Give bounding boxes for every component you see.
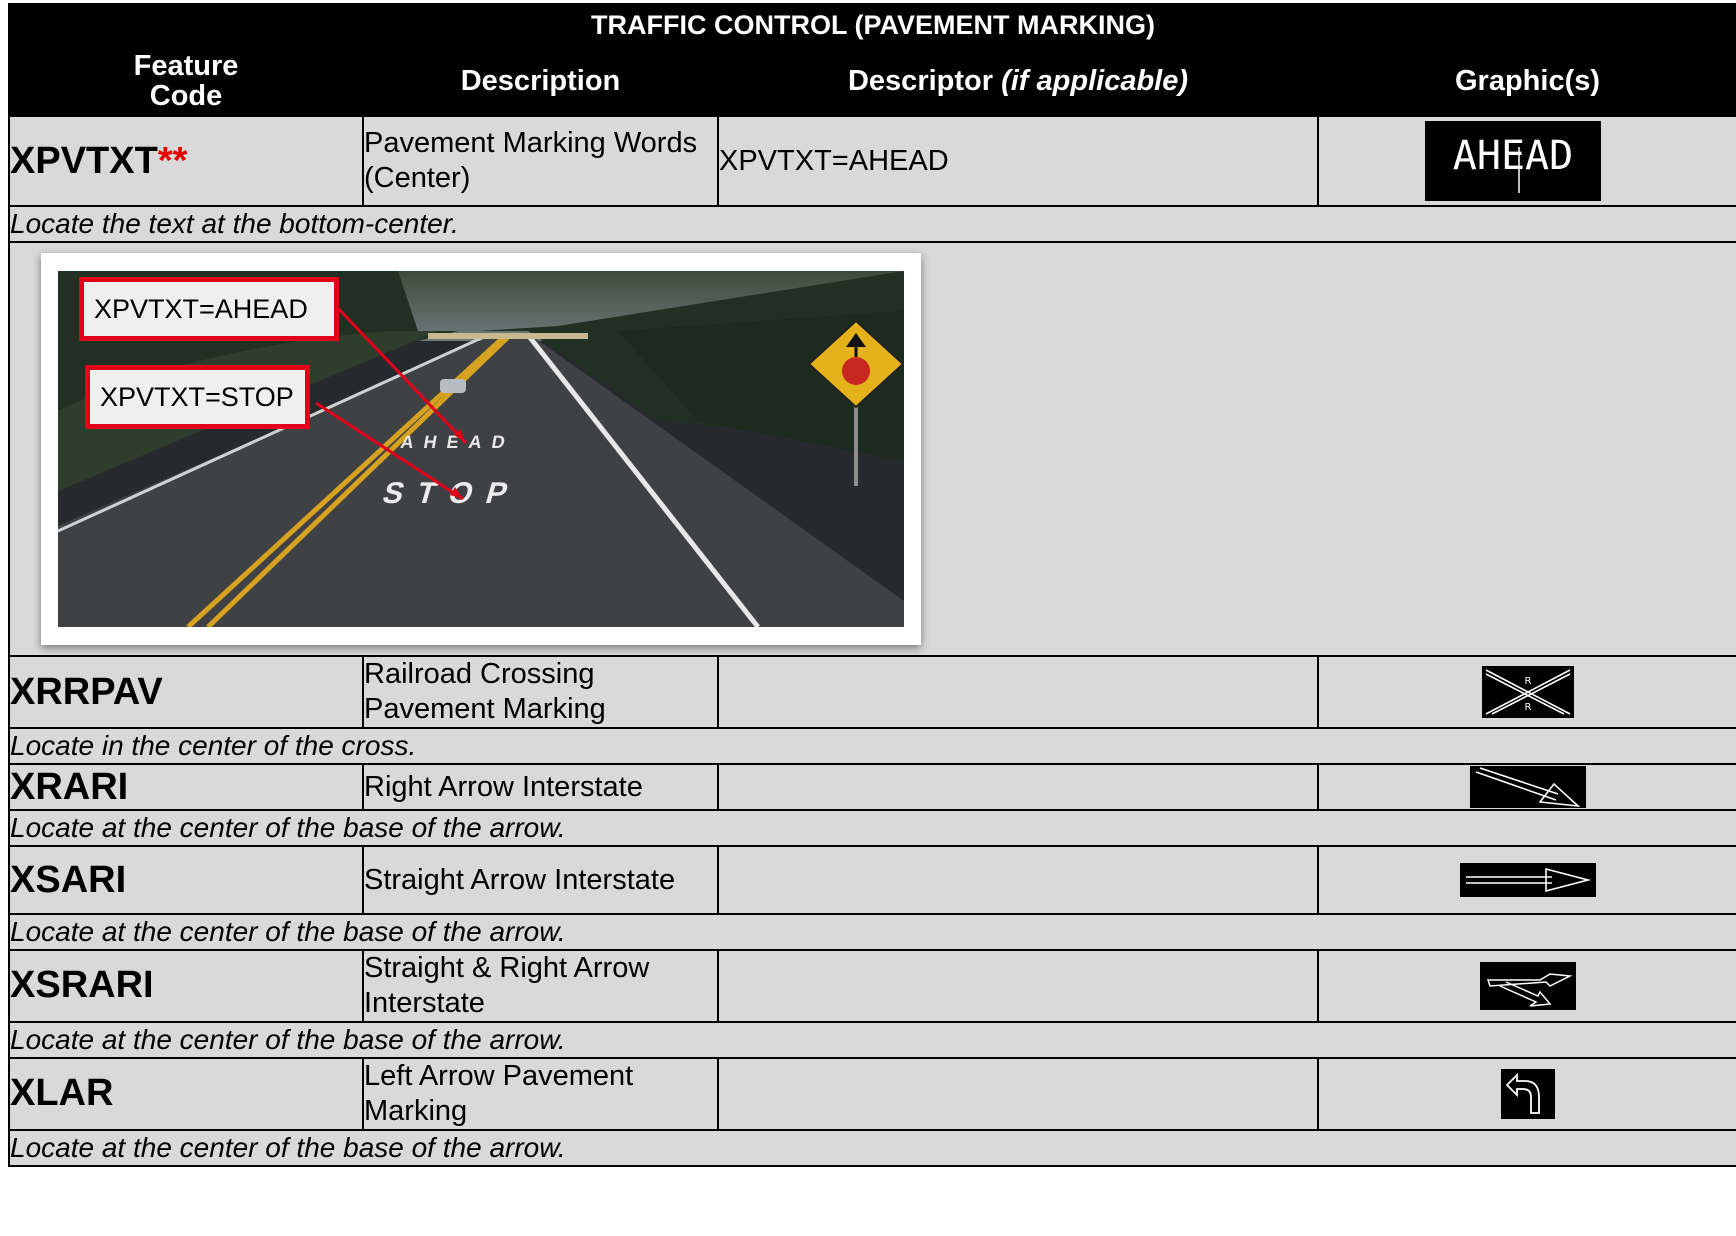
feature-code: XSARI [8, 845, 364, 915]
table-row: XLAR Left Arrow Pavement Marking [8, 1056, 1736, 1131]
svg-text:R: R [1524, 676, 1531, 687]
header-description: Description [362, 45, 719, 117]
straight-right-arrow-graphic [1479, 961, 1576, 1010]
left-turn-arrow-graphic [1500, 1068, 1555, 1119]
feature-code: XLAR [8, 1056, 364, 1131]
svg-text:R: R [1524, 702, 1531, 713]
table-row: XRARI Right Arrow Interstate [8, 763, 1736, 811]
feature-code: XPVTXT** [8, 115, 364, 207]
callout-ahead: XPVTXT=AHEAD [79, 277, 339, 341]
right-arrow-graphic [1469, 766, 1586, 808]
callout-stop: XPVTXT=STOP [85, 365, 310, 429]
feature-description: Right Arrow Interstate [362, 763, 719, 811]
placement-note: Locate the text at the bottom-center. [7, 205, 1736, 243]
placement-note: Locate at the center of the base of the … [7, 913, 1736, 951]
pavement-marking-table: TRAFFIC CONTROL (PAVEMENT MARKING) Featu… [7, 3, 1736, 1167]
table-title: TRAFFIC CONTROL (PAVEMENT MARKING) [7, 3, 1736, 47]
note-row: Locate at the center of the base of the … [7, 809, 1736, 847]
railroad-crossing-graphic: R R [1481, 666, 1574, 718]
note-row: Locate at the center of the base of the … [7, 913, 1736, 951]
feature-code: XSRARI [8, 949, 364, 1023]
feature-descriptor [717, 845, 1319, 915]
feature-descriptor [717, 655, 1319, 729]
feature-code: XRARI [8, 763, 364, 811]
feature-description: Pavement Marking Words (Center) [362, 115, 719, 207]
placement-note: Locate at the center of the base of the … [7, 1020, 1736, 1059]
feature-description: Railroad Crossing Pavement Marking [362, 655, 719, 729]
placement-note: Locate in the center of the cross. [7, 727, 1736, 765]
feature-descriptor [717, 1056, 1319, 1131]
feature-code: XRRPAV [8, 655, 364, 729]
note-row: Locate at the center of the base of the … [7, 1020, 1736, 1059]
note-row: Locate in the center of the cross. [7, 727, 1736, 765]
header-feature-code: Feature Code [8, 45, 364, 117]
feature-descriptor [717, 763, 1319, 811]
placement-note: Locate at the center of the base of the … [7, 1128, 1736, 1167]
table-row: XPVTXT** Pavement Marking Words (Center)… [8, 115, 1736, 207]
note-row: Locate at the center of the base of the … [7, 1128, 1736, 1167]
ahead-text-graphic: AHEAD [1424, 121, 1601, 201]
feature-descriptor: XPVTXT=AHEAD [717, 115, 1319, 207]
table-row: XRRPAV Railroad Crossing Pavement Markin… [8, 655, 1736, 729]
feature-descriptor [717, 949, 1319, 1023]
feature-description: Straight & Right Arrow Interstate [362, 949, 719, 1023]
header-descriptor: Descriptor (if applicable) [717, 45, 1319, 117]
feature-description: Straight Arrow Interstate [362, 845, 719, 915]
header-graphics: Graphic(s) [1316, 45, 1736, 117]
table-row: XSARI Straight Arrow Interstate [8, 845, 1736, 915]
straight-arrow-graphic [1459, 863, 1596, 897]
feature-description: Left Arrow Pavement Marking [362, 1056, 719, 1131]
table-row: XSRARI Straight & Right Arrow Interstate [8, 949, 1736, 1023]
svg-text:AHEAD: AHEAD [1452, 133, 1572, 179]
placement-note: Locate at the center of the base of the … [7, 809, 1736, 847]
note-row: Locate the text at the bottom-center. [7, 205, 1736, 243]
photo-row: AHEAD STOP XPVTXT=AHEAD XPVTXT=STOP [7, 241, 1736, 657]
road-photo: AHEAD STOP XPVTXT=AHEAD XPVTXT=STOP [41, 253, 921, 645]
